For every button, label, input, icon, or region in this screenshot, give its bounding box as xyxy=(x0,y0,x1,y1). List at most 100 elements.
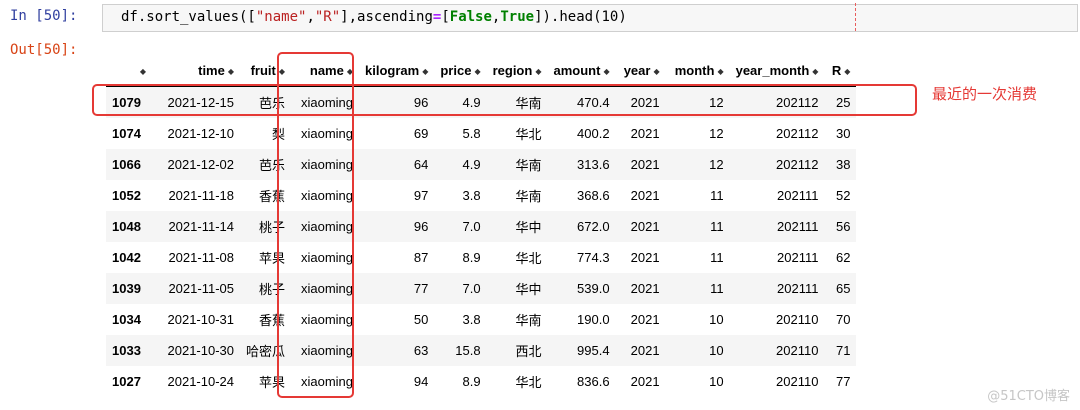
cell-price: 3.8 xyxy=(462,188,481,203)
cell-year-month: 202111 xyxy=(777,250,819,265)
row-index: 1027 xyxy=(112,374,141,389)
cell-year: 2021 xyxy=(630,219,660,234)
sort-arrows-icon[interactable]: ◆ xyxy=(474,67,480,76)
cell-name: xiaoming xyxy=(300,95,354,110)
cell-year: 2021 xyxy=(630,250,660,265)
cell-month: 11 xyxy=(710,188,724,203)
input-prompt: In [50]: xyxy=(10,8,78,24)
row-index: 1074 xyxy=(112,126,141,141)
cell-fruit: 芭乐 xyxy=(259,158,286,173)
cell-year: 2021 xyxy=(630,374,660,389)
column-header[interactable]: year ◆ xyxy=(615,55,666,87)
sort-arrows-icon[interactable]: ◆ xyxy=(603,67,609,76)
cell-amount: 190.0 xyxy=(577,312,610,327)
cell-kilogram: 96 xyxy=(413,219,429,234)
column-header[interactable]: month ◆ xyxy=(665,55,730,87)
sort-arrows-icon[interactable]: ◆ xyxy=(812,67,818,76)
cell-region: 华北 xyxy=(515,127,542,142)
cell-amount: 400.2 xyxy=(577,126,610,141)
cell-year: 2021 xyxy=(630,188,660,203)
cell-kilogram: 97 xyxy=(413,188,429,203)
cell-year-month: 202111 xyxy=(777,281,819,296)
cell-r: 30 xyxy=(835,126,851,141)
cell-year-month: 202111 xyxy=(777,188,819,203)
table-row: 1066 2021-12-02 芭乐 xiaoming 64 4.9 华南 313.6 2021… xyxy=(106,149,857,180)
cell-month: 12 xyxy=(709,157,724,172)
cell-year-month: 202111 xyxy=(777,219,819,234)
sort-arrows-icon[interactable]: ◆ xyxy=(279,67,285,76)
cell-year-month: 202110 xyxy=(776,312,819,327)
cell-fruit: 苹果 xyxy=(259,251,286,266)
cell-name: xiaoming xyxy=(300,126,354,141)
sort-arrows-icon[interactable]: ◆ xyxy=(422,67,428,76)
sort-arrows-icon[interactable]: ◆ xyxy=(717,67,723,76)
table-row: 1052 2021-11-18 香蕉 xiaoming 97 3.8 华南 368.6 2021… xyxy=(106,180,857,211)
column-header[interactable]: price ◆ xyxy=(434,55,487,87)
cell-month: 10 xyxy=(709,343,724,358)
sort-arrows-icon[interactable]: ◆ xyxy=(140,67,146,76)
cell-region: 华南 xyxy=(515,189,542,204)
watermark: @51CTO博客 xyxy=(987,389,1070,404)
cell-fruit: 桃子 xyxy=(259,220,286,235)
code-line[interactable]: df.sort_values(["name","R"],ascending=[F… xyxy=(121,9,627,25)
row-index: 1033 xyxy=(112,343,141,358)
cell-region: 西北 xyxy=(515,344,542,359)
cell-name: xiaoming xyxy=(300,343,354,358)
column-header[interactable]: time ◆ xyxy=(152,55,240,87)
cell-time: 2021-12-02 xyxy=(167,157,235,172)
annotation-label: 最近的一次消费 xyxy=(932,85,1038,103)
cell-r: 65 xyxy=(835,281,851,296)
code-cell-editor[interactable]: df.sort_values(["name","R"],ascending=[F… xyxy=(102,3,1078,32)
cell-time: 2021-11-08 xyxy=(168,250,234,265)
cell-kilogram: 64 xyxy=(413,157,429,172)
cell-amount: 539.0 xyxy=(577,281,610,296)
cell-region: 华北 xyxy=(515,375,542,390)
cell-price: 7.0 xyxy=(462,281,481,296)
sort-arrows-icon[interactable]: ◆ xyxy=(347,67,353,76)
cell-r: 52 xyxy=(835,188,851,203)
column-header[interactable]: ◆ xyxy=(106,55,152,87)
cell-year: 2021 xyxy=(630,312,660,327)
cell-price: 5.8 xyxy=(462,126,481,141)
column-header[interactable]: name ◆ xyxy=(291,55,360,87)
table-row: 1027 2021-10-24 苹果 xiaoming 94 8.9 华北 836.6 2021… xyxy=(106,366,857,397)
cell-region: 华中 xyxy=(515,220,542,235)
cell-month: 11 xyxy=(710,219,724,234)
column-header[interactable]: year_month ◆ xyxy=(729,55,825,87)
cell-year-month: 202110 xyxy=(776,343,819,358)
sort-arrows-icon[interactable]: ◆ xyxy=(844,67,850,76)
cell-amount: 368.6 xyxy=(577,188,610,203)
cell-price: 15.8 xyxy=(455,343,481,358)
cell-time: 2021-11-05 xyxy=(168,281,234,296)
cell-r: 56 xyxy=(835,219,851,234)
cell-year: 2021 xyxy=(630,343,660,358)
column-header[interactable]: fruit ◆ xyxy=(240,55,292,87)
cell-name: xiaoming xyxy=(300,312,354,327)
column-header[interactable]: R ◆ xyxy=(824,55,857,87)
cell-kilogram: 63 xyxy=(413,343,429,358)
table-row: 1048 2021-11-14 桃子 xiaoming 96 7.0 华中 672.0 2021… xyxy=(106,211,857,242)
sort-arrows-icon[interactable]: ◆ xyxy=(535,67,541,76)
table-row: 1079 2021-12-15 芭乐 xiaoming 96 4.9 华南 470.4 2021… xyxy=(106,86,857,118)
cell-amount: 313.6 xyxy=(577,157,610,172)
sort-arrows-icon[interactable]: ◆ xyxy=(228,67,234,76)
column-header[interactable]: kilogram ◆ xyxy=(359,55,435,87)
cell-kilogram: 77 xyxy=(413,281,429,296)
column-header[interactable]: amount ◆ xyxy=(547,55,616,87)
column-header[interactable]: region ◆ xyxy=(486,55,548,87)
cell-year-month: 202110 xyxy=(776,374,819,389)
table-row: 1039 2021-11-05 桃子 xiaoming 77 7.0 华中 539.0 2021… xyxy=(106,273,857,304)
cell-year: 2021 xyxy=(630,281,660,296)
row-index: 1066 xyxy=(112,157,141,172)
cell-month: 10 xyxy=(709,374,724,389)
sort-arrows-icon[interactable]: ◆ xyxy=(653,67,659,76)
cell-kilogram: 87 xyxy=(413,250,429,265)
row-index: 1034 xyxy=(112,312,141,327)
cell-kilogram: 50 xyxy=(413,312,429,327)
cell-region: 华南 xyxy=(515,158,542,173)
cell-year: 2021 xyxy=(630,95,660,110)
row-index: 1052 xyxy=(112,188,141,203)
cell-price: 7.0 xyxy=(462,219,481,234)
cell-kilogram: 69 xyxy=(413,126,429,141)
cell-r: 70 xyxy=(835,312,851,327)
